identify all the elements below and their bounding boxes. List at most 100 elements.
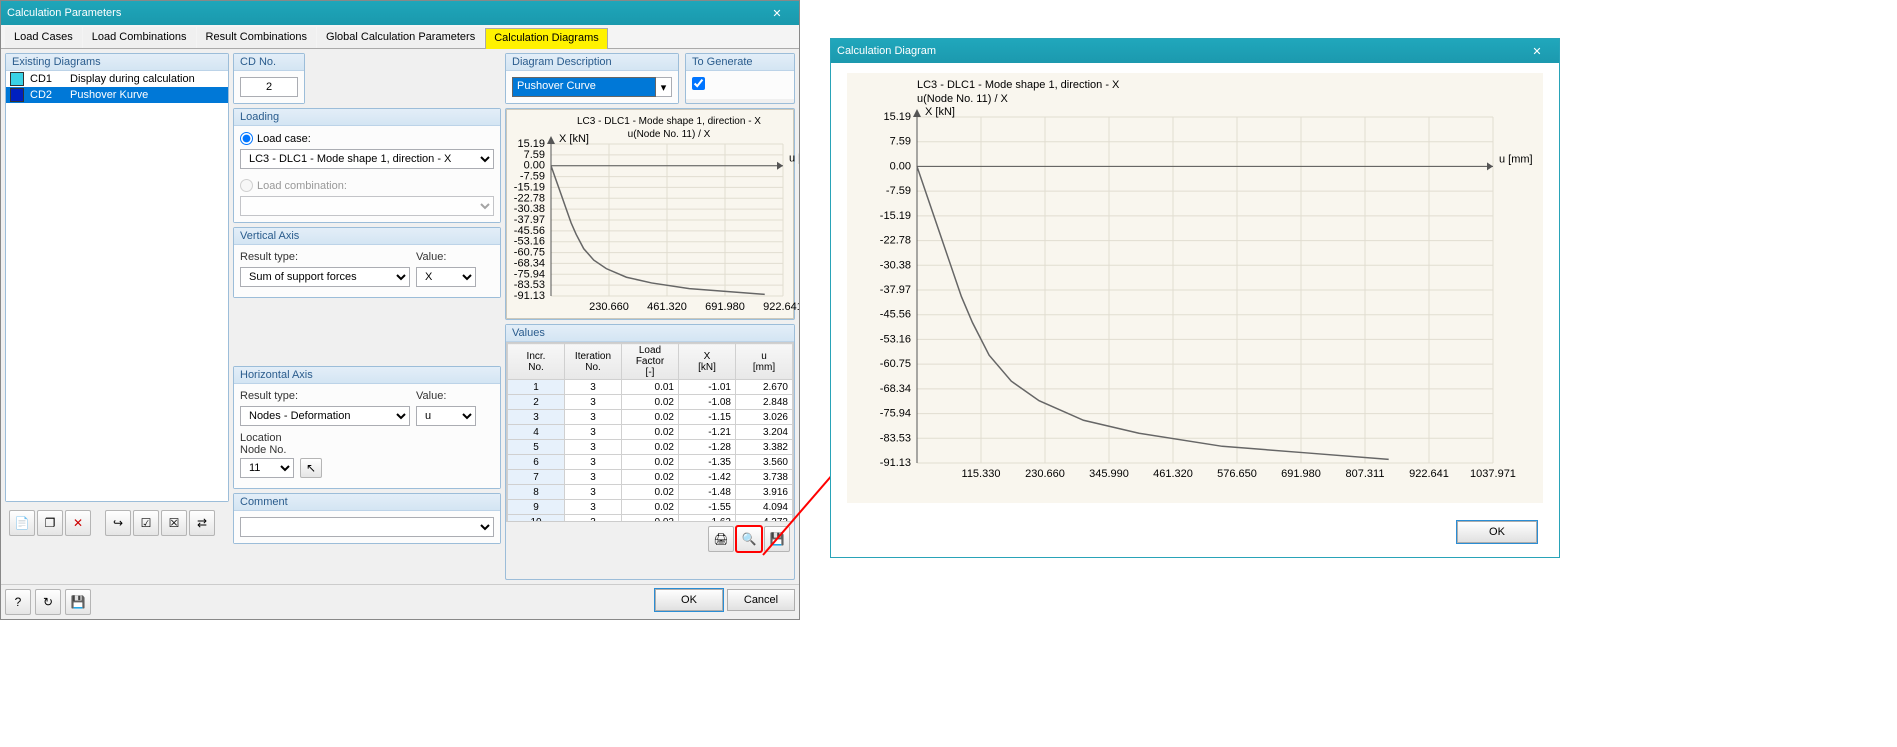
values-table-wrap[interactable]: Incr.No.IterationNo.Load Factor[-]X[kN]u… — [506, 342, 794, 522]
svg-text:-75.94: -75.94 — [880, 408, 911, 420]
svg-text:-60.75: -60.75 — [880, 358, 911, 370]
svg-text:691.980: 691.980 — [705, 301, 745, 313]
existing-diagrams-list[interactable]: CD1Display during calculationCD2Pushover… — [6, 71, 228, 501]
svg-text:922.641: 922.641 — [763, 301, 799, 313]
values-header: Values — [506, 325, 794, 342]
loading-header: Loading — [234, 109, 500, 126]
tool-b-button[interactable]: ☑ — [133, 510, 159, 536]
ok-button[interactable]: OK — [655, 589, 723, 611]
svg-text:X [kN]: X [kN] — [925, 106, 955, 118]
svg-text:230.660: 230.660 — [1025, 468, 1065, 480]
print-button[interactable]: 🖨 — [708, 526, 734, 552]
ha-result-label: Result type: — [240, 390, 410, 402]
pick-node-button[interactable]: ↖ — [300, 458, 322, 478]
svg-text:1037.971: 1037.971 — [1470, 468, 1516, 480]
values-toolbar: 🖨 🔍 💾 — [506, 522, 794, 556]
svg-text:807.311: 807.311 — [1346, 468, 1385, 480]
loading-group: Loading Load case: LC3 - DLC1 - Mode sha… — [233, 108, 501, 223]
svg-text:230.660: 230.660 — [589, 301, 629, 313]
save-button[interactable]: 💾 — [65, 589, 91, 615]
cd-no-label: CD No. — [234, 54, 304, 71]
tab-load-combinations[interactable]: Load Combinations — [83, 27, 196, 48]
svg-text:-91.13: -91.13 — [514, 290, 545, 302]
tab-load-cases[interactable]: Load Cases — [5, 27, 82, 48]
va-value-label: Value: — [416, 251, 446, 263]
svg-text:-91.13: -91.13 — [880, 457, 911, 469]
diagram-row[interactable]: CD2Pushover Kurve — [6, 87, 228, 103]
tab-strip: Load CasesLoad CombinationsResult Combin… — [1, 25, 799, 49]
svg-text:-53.16: -53.16 — [880, 333, 911, 345]
svg-text:345.990: 345.990 — [1089, 468, 1129, 480]
loadcombo-radio[interactable]: Load combination: — [240, 179, 494, 192]
tool-a-button[interactable]: ↪ — [105, 510, 131, 536]
zoom-diagram-button[interactable]: 🔍 — [736, 526, 762, 552]
loadcombo-select — [240, 196, 494, 216]
values-group: Values Incr.No.IterationNo.Load Factor[-… — [505, 324, 795, 580]
comment-group: Comment — [233, 493, 501, 544]
cancel-button[interactable]: Cancel — [727, 589, 795, 611]
ha-node-select[interactable]: 11 — [240, 458, 294, 478]
delete-button[interactable]: ✕ — [65, 510, 91, 536]
vertical-axis-group: Vertical Axis Result type: Value: Sum of… — [233, 227, 501, 298]
existing-diagrams-group: Existing Diagrams CD1Display during calc… — [5, 53, 229, 502]
big-chart-title-2: u(Node No. 11) / X — [917, 93, 1008, 105]
help-button[interactable]: ? — [5, 589, 31, 615]
va-result-label: Result type: — [240, 251, 410, 263]
to-generate-label: To Generate — [686, 54, 794, 71]
tab-calculation-diagrams[interactable]: Calculation Diagrams — [485, 28, 608, 49]
big-chart: LC3 - DLC1 - Mode shape 1, direction - X… — [847, 73, 1543, 503]
copy-button[interactable]: ❐ — [37, 510, 63, 536]
list-toolbar: 📄 ❐ ✕ ↪ ☑ ☒ ⇄ — [5, 506, 229, 540]
new-button[interactable]: 📄 — [9, 510, 35, 536]
ha-location-label: Location — [240, 432, 494, 444]
to-generate-group: To Generate — [685, 53, 795, 104]
svg-text:922.641: 922.641 — [1409, 468, 1449, 480]
ha-value-label: Value: — [416, 390, 446, 402]
export-button[interactable]: 💾 — [764, 526, 790, 552]
loadcase-radio[interactable]: Load case: — [240, 132, 494, 145]
tab-result-combinations[interactable]: Result Combinations — [197, 27, 317, 48]
svg-text:461.320: 461.320 — [1153, 468, 1193, 480]
loadcase-select[interactable]: LC3 - DLC1 - Mode shape 1, direction - X — [240, 149, 494, 169]
values-table: Incr.No.IterationNo.Load Factor[-]X[kN]u… — [507, 343, 793, 522]
tab-global-calculation-parameters[interactable]: Global Calculation Parameters — [317, 27, 484, 48]
svg-text:15.19: 15.19 — [883, 111, 911, 123]
horizontal-axis-group: Horizontal Axis Result type: Value: Node… — [233, 366, 501, 489]
svg-text:u [mm]: u [mm] — [1499, 153, 1533, 165]
diag-close-icon[interactable]: ✕ — [1521, 39, 1553, 63]
cd-no-input[interactable] — [240, 77, 298, 97]
va-value-select[interactable]: X — [416, 267, 476, 287]
titlebar: Calculation Parameters ✕ — [1, 1, 799, 25]
description-dropdown-icon[interactable]: ▾ — [656, 77, 672, 97]
window-title: Calculation Parameters — [7, 7, 121, 19]
svg-text:X [kN]: X [kN] — [559, 133, 589, 145]
ha-value-select[interactable]: u — [416, 406, 476, 426]
vertical-axis-header: Vertical Axis — [234, 228, 500, 245]
comment-select[interactable] — [240, 517, 494, 537]
to-generate-checkbox[interactable] — [692, 77, 705, 90]
ha-result-select[interactable]: Nodes - Deformation — [240, 406, 410, 426]
svg-text:-7.59: -7.59 — [886, 185, 911, 197]
calculation-parameters-window: Calculation Parameters ✕ Load CasesLoad … — [0, 0, 800, 620]
va-result-select[interactable]: Sum of support forces — [240, 267, 410, 287]
svg-text:-30.38: -30.38 — [880, 259, 911, 271]
svg-text:691.980: 691.980 — [1281, 468, 1321, 480]
refresh-button[interactable]: ↻ — [35, 589, 61, 615]
diag-ok-button[interactable]: OK — [1457, 521, 1537, 543]
cd-no-group: CD No. — [233, 53, 305, 104]
svg-text:0.00: 0.00 — [890, 160, 911, 172]
tool-c-button[interactable]: ☒ — [161, 510, 187, 536]
svg-text:-68.34: -68.34 — [880, 383, 911, 395]
ha-node-label: Node No. — [240, 444, 494, 456]
description-input[interactable]: Pushover Curve — [512, 77, 656, 97]
diag-window-title: Calculation Diagram — [837, 45, 936, 57]
tool-d-button[interactable]: ⇄ — [189, 510, 215, 536]
close-icon[interactable]: ✕ — [761, 1, 793, 25]
big-chart-title-1: LC3 - DLC1 - Mode shape 1, direction - X — [917, 79, 1119, 91]
svg-text:-83.53: -83.53 — [880, 432, 911, 444]
svg-text:576.650: 576.650 — [1217, 468, 1257, 480]
content-area: Existing Diagrams CD1Display during calc… — [1, 49, 799, 584]
svg-text:u [mm]: u [mm] — [789, 153, 799, 165]
diagram-row[interactable]: CD1Display during calculation — [6, 71, 228, 87]
preview-diagram-group: LC3 - DLC1 - Mode shape 1, direction - X… — [505, 108, 795, 320]
